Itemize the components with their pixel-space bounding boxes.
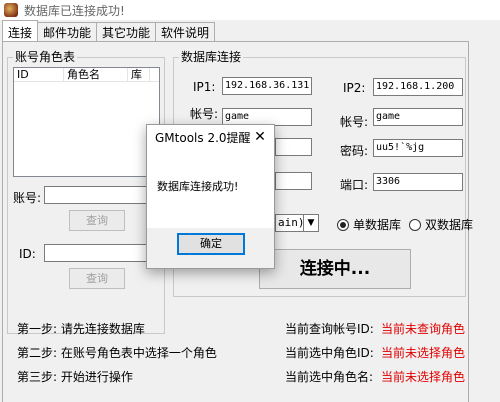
radio-on-icon <box>337 218 349 231</box>
password2-label: 密码: <box>340 144 369 158</box>
selected-name-status-value: 当前未选择角色 <box>381 370 466 384</box>
close-icon[interactable]: ✕ <box>246 125 274 150</box>
window-title: 数据库已连接成功! <box>24 3 125 18</box>
tab-other[interactable]: 其它功能 <box>96 22 157 41</box>
account2-label: 帐号: <box>340 115 369 129</box>
radio-off-icon <box>409 218 421 231</box>
column-db[interactable]: 库 <box>128 68 150 81</box>
radio-double-db[interactable]: 双数据库 <box>409 216 473 233</box>
column-role-name[interactable]: 角色名 <box>64 68 128 81</box>
ip2-label: IP2: <box>343 81 366 95</box>
radio-double-label: 双数据库 <box>425 218 474 232</box>
message-dialog: GMtools 2.0提醒 ✕ 数据库连接成功! 确定 <box>146 124 275 269</box>
query-account-button[interactable]: 查询 <box>69 210 125 231</box>
password1-input[interactable] <box>275 138 312 156</box>
dialog-message: 数据库连接成功! <box>157 180 239 193</box>
selected-id-status-value: 当前未选择角色 <box>381 346 466 360</box>
query-account-status-label: 当前查询帐号ID: <box>285 322 374 336</box>
dialog-body: 数据库连接成功! <box>147 150 274 228</box>
password2-input[interactable]: uu5!`%jg <box>373 139 463 157</box>
query-account-status-value: 当前未查询角色 <box>381 322 466 336</box>
listview-header: ID 角色名 库 <box>14 68 159 82</box>
column-id[interactable]: ID <box>14 68 64 81</box>
connect-button[interactable]: 连接中... <box>259 249 411 289</box>
role-listview[interactable]: ID 角色名 库 <box>13 67 160 177</box>
tab-help[interactable]: 软件说明 <box>155 22 216 41</box>
step-1: 第一步: 请先连接数据库 <box>17 322 145 336</box>
port1-input[interactable] <box>275 172 312 190</box>
port-label: 端口: <box>340 178 369 192</box>
account-role-group-title: 账号角色表 <box>13 50 78 64</box>
account1-label: 帐号: <box>190 107 219 121</box>
tab-mail[interactable]: 邮件功能 <box>37 22 98 41</box>
ip1-label: IP1: <box>193 80 216 94</box>
tab-connect[interactable]: 连接 <box>2 20 39 41</box>
step-3: 第三步: 开始进行操作 <box>17 370 133 384</box>
ip1-input[interactable]: 192.168.36.131 <box>222 77 312 95</box>
chevron-down-icon[interactable]: ▼ <box>303 214 319 232</box>
dialog-title: GMtools 2.0提醒 <box>155 131 251 145</box>
radio-single-label: 单数据库 <box>353 218 402 232</box>
account2-input[interactable]: game <box>373 108 463 126</box>
app-icon <box>4 3 18 17</box>
tab-bar: 连接 邮件功能 其它功能 软件说明 <box>2 20 216 42</box>
selected-id-status-label: 当前选中角色ID: <box>285 346 374 360</box>
id-label: ID: <box>19 247 36 261</box>
window-titlebar: 数据库已连接成功! <box>0 0 500 20</box>
query-id-button[interactable]: 查询 <box>69 268 125 289</box>
db-connection-group-title: 数据库连接 <box>179 50 244 64</box>
step-2: 第二步: 在账号角色表中选择一个角色 <box>17 346 217 360</box>
ip2-input[interactable]: 192.168.1.200 <box>373 78 463 96</box>
radio-single-db[interactable]: 单数据库 <box>337 216 401 233</box>
port-input[interactable]: 3306 <box>373 173 463 191</box>
account-label: 账号: <box>13 191 42 205</box>
selected-name-status-label: 当前选中角色名: <box>285 370 374 384</box>
ok-button[interactable]: 确定 <box>177 233 245 255</box>
